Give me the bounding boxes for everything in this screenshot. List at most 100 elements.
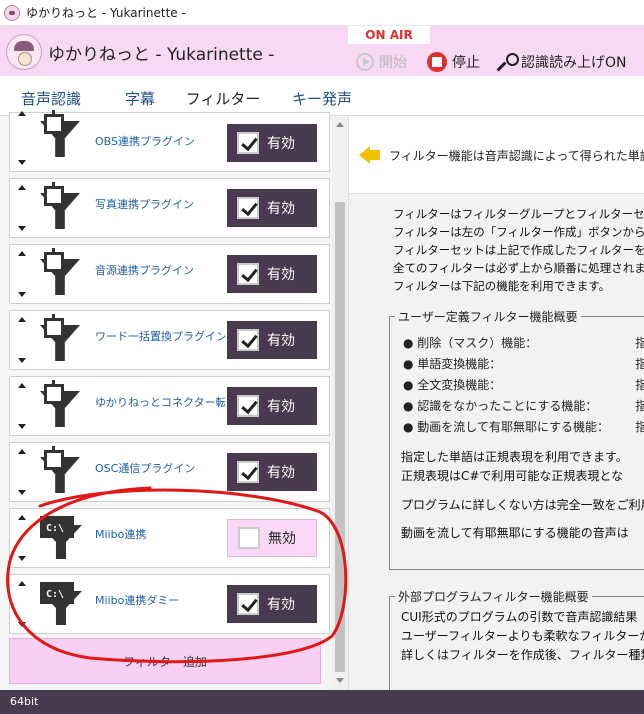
start-button[interactable]: 開始 <box>356 50 407 74</box>
read-aloud-label: 認識読み上げON <box>521 55 627 71</box>
filter-card: OSC通信プラグイン 有効 <box>9 442 330 502</box>
filter-card: 音源連携プラグイン 有効 <box>9 244 330 304</box>
filter-enable-toggle[interactable]: 無効 <box>227 519 317 557</box>
filter-name[interactable]: Miibo連携ダミー <box>95 592 225 608</box>
command-filter-icon: C:\ <box>36 515 84 563</box>
arrow-left-icon <box>359 146 381 164</box>
toggle-label: 無効 <box>268 531 296 547</box>
filter-name[interactable]: OSC通信プラグイン <box>95 460 225 476</box>
filter-enable-toggle[interactable]: 有効 <box>227 321 317 359</box>
app-title: ゆかりねっと - Yukarinette - <box>48 45 275 65</box>
move-up-icon[interactable] <box>18 111 26 116</box>
description-line: フィルターは下記の機能を利用できます。 <box>393 279 611 293</box>
filter-card: ワード一括置換プラグイン 有効 <box>9 310 330 370</box>
move-down-icon[interactable] <box>18 292 26 297</box>
move-up-icon[interactable] <box>18 185 26 190</box>
scroll-down-icon[interactable] <box>336 678 344 683</box>
app-logo <box>6 34 42 70</box>
filter-name[interactable]: 音源連携プラグイン <box>95 262 225 278</box>
tab-filter[interactable]: フィルター <box>182 88 264 109</box>
checkbox-checked-icon <box>237 197 259 219</box>
main-tabs: 音声認識 字幕 フィルター キー発声 <box>0 76 644 116</box>
move-down-icon[interactable] <box>18 622 26 627</box>
feature-row: ● 全文変換機能：指定 <box>403 376 644 393</box>
info-text: フィルター機能は音声認識によって得られた単語 <box>389 149 644 163</box>
move-down-icon[interactable] <box>18 358 26 363</box>
move-up-icon[interactable] <box>18 383 26 388</box>
note-line: 動画を流して有耶無耶にする機能の音声は <box>401 526 629 540</box>
move-up-icon[interactable] <box>18 515 26 520</box>
toggle-label: 有効 <box>267 399 295 415</box>
feature-label: 単語変換機能： <box>417 357 502 371</box>
note-line: 正規表現はC#で利用可能な正規表現とな <box>401 469 624 483</box>
filter-enable-toggle[interactable]: 有効 <box>227 124 317 162</box>
description-line: フィルターセットは上記で作成したフィルターを選 <box>393 243 644 257</box>
stop-label: 停止 <box>452 55 480 71</box>
info-bar: フィルター機能は音声認識によって得られた単語 <box>349 116 644 194</box>
feature-row: ● 単語変換機能：指定 <box>403 355 644 372</box>
move-down-icon[interactable] <box>18 556 26 561</box>
move-down-icon[interactable] <box>18 226 26 231</box>
filter-name[interactable]: 写真連携プラグイン <box>95 196 225 212</box>
description-line: フィルターはフィルターグループとフィルターセットで構 <box>393 207 644 221</box>
note-line: 指定した単語は正規表現を利用できます。 <box>401 450 628 464</box>
filter-card: C:\ Miibo連携ダミー 有効 <box>9 574 330 634</box>
move-up-icon[interactable] <box>18 581 26 586</box>
filter-name[interactable]: Miibo連携 <box>95 526 225 542</box>
stop-icon <box>427 52 447 72</box>
move-down-icon[interactable] <box>18 160 26 165</box>
description-area: フィルターはフィルターグループとフィルターセットで構 フィルターは左の「フィルタ… <box>349 194 644 690</box>
command-filter-icon: C:\ <box>36 581 84 629</box>
feature-value: 指定 <box>635 420 644 434</box>
feature-label: 削除（マスク）機能： <box>417 336 538 350</box>
stop-button[interactable]: 停止 <box>427 50 480 74</box>
toggle-label: 有効 <box>267 267 295 283</box>
toggle-label: 有効 <box>267 333 295 349</box>
filter-enable-toggle[interactable]: 有効 <box>227 189 317 227</box>
filter-enable-toggle[interactable]: 有効 <box>227 387 317 425</box>
checkbox-checked-icon <box>237 329 259 351</box>
filter-enable-toggle[interactable]: 有効 <box>227 255 317 293</box>
toggle-label: 有効 <box>267 136 295 152</box>
checkbox-checked-icon <box>237 461 259 483</box>
feature-row: ● 削除（マスク）機能：指定 <box>403 334 644 351</box>
move-up-icon[interactable] <box>18 251 26 256</box>
move-up-icon[interactable] <box>18 449 26 454</box>
scrollbar-thumb[interactable] <box>335 202 345 672</box>
tab-key-voice[interactable]: キー発声 <box>290 88 354 109</box>
feature-value: 指定 <box>635 336 644 350</box>
plugin-filter-icon <box>36 380 84 431</box>
tab-subtitles[interactable]: 字幕 <box>122 88 158 109</box>
filter-enable-toggle[interactable]: 有効 <box>227 453 317 491</box>
external-line: ユーザーフィルターよりも柔軟なフィルターが可能 <box>401 629 644 643</box>
read-aloud-toggle-button[interactable]: 認識読み上げON <box>497 50 627 74</box>
filter-description-panel: フィルター機能は音声認識によって得られた単語 フィルターはフィルターグループとフ… <box>348 116 644 690</box>
status-bar: 64bit <box>0 690 644 714</box>
filter-list-scrollbar[interactable] <box>332 116 348 690</box>
add-filter-button[interactable]: フィルター追加 <box>9 638 321 684</box>
feature-row: ● 動画を流して有耶無耶にする機能：指定 <box>403 418 644 435</box>
toggle-label: 有効 <box>267 465 295 481</box>
play-icon <box>356 53 374 71</box>
app-icon <box>4 4 20 21</box>
move-down-icon[interactable] <box>18 424 26 429</box>
move-up-icon[interactable] <box>18 317 26 322</box>
on-air-indicator: ON AIR <box>348 26 430 44</box>
window-titlebar: ゆかりねっと - Yukarinette - <box>0 0 644 26</box>
toggle-label: 有効 <box>267 201 295 217</box>
plugin-filter-icon <box>36 446 84 497</box>
filter-name[interactable]: ワード一括置換プラグイン <box>95 328 225 344</box>
filter-name[interactable]: ゆかりねっとコネクター転送 <box>95 394 225 410</box>
description-line: フィルターは左の「フィルター作成」ボタンから作成 <box>393 225 644 239</box>
checkbox-checked-icon <box>237 395 259 417</box>
filter-card: OBS連携プラグイン 有効 <box>9 110 330 172</box>
filter-enable-toggle[interactable]: 有効 <box>227 585 317 623</box>
filter-name[interactable]: OBS連携プラグイン <box>95 133 225 149</box>
window-title: ゆかりねっと - Yukarinette - <box>26 6 186 20</box>
feature-label: 認識をなかったことにする機能： <box>417 399 598 413</box>
move-down-icon[interactable] <box>18 490 26 495</box>
feature-label: 動画を流して有耶無耶にする機能： <box>417 420 610 434</box>
scroll-up-icon[interactable] <box>336 122 344 127</box>
plugin-filter-icon <box>36 182 84 233</box>
tab-speech-recognition[interactable]: 音声認識 <box>18 88 84 109</box>
